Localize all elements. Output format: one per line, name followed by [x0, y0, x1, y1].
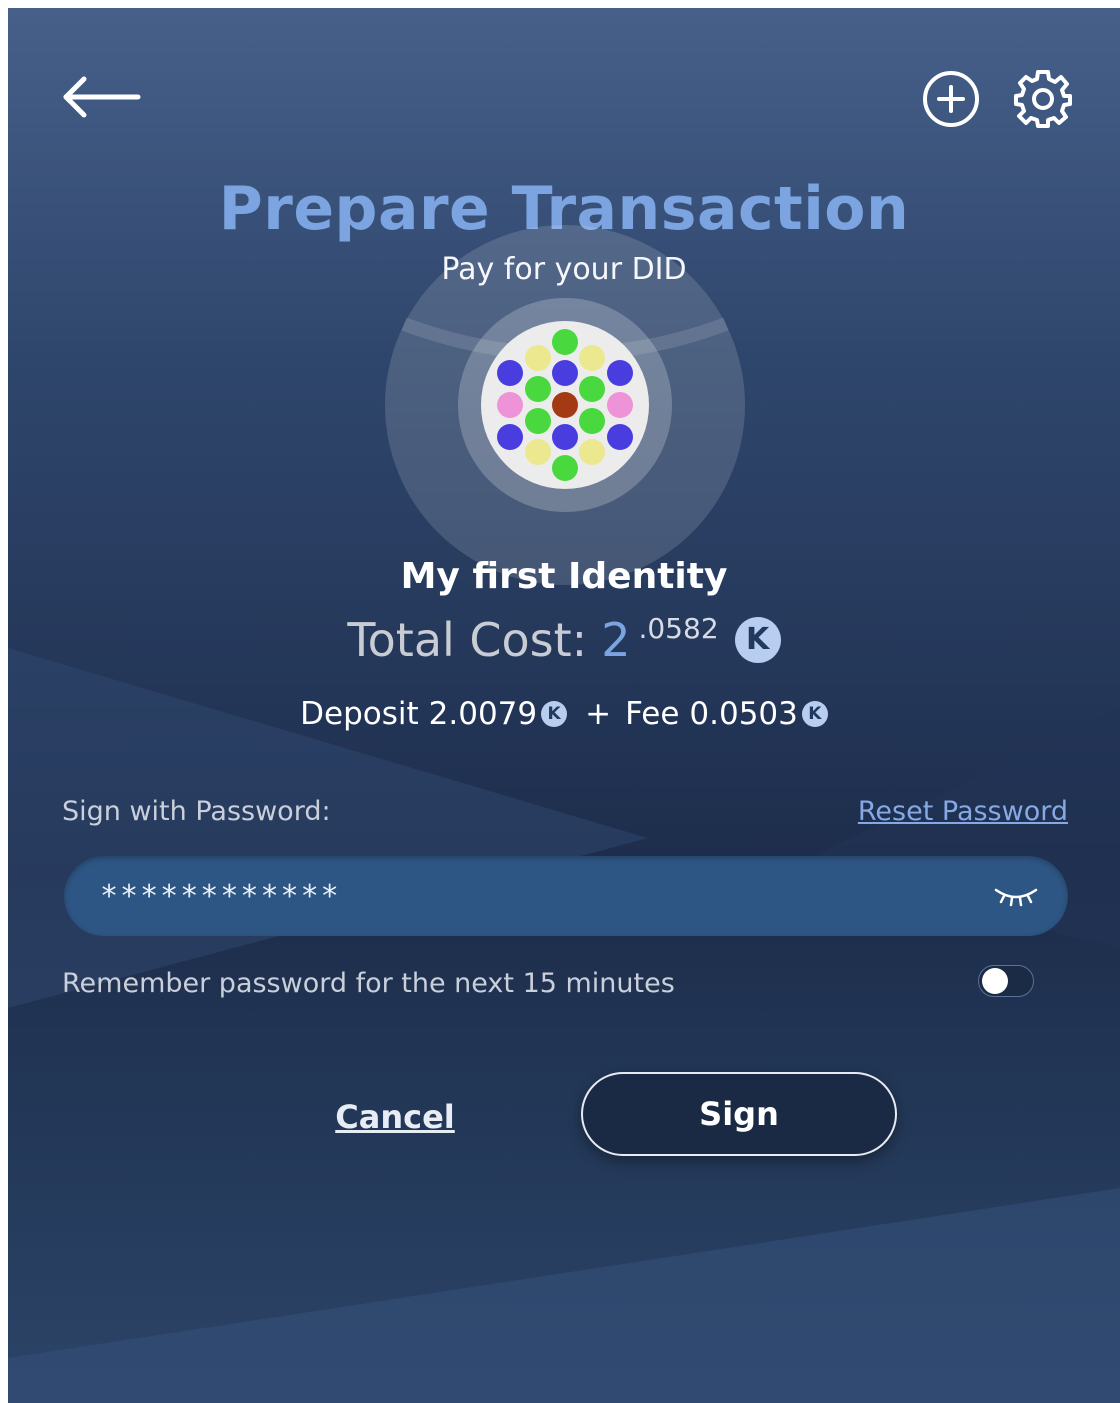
- avatar-dot: [579, 345, 605, 371]
- settings-button[interactable]: [1012, 68, 1074, 130]
- remember-password-label: Remember password for the next 15 minute…: [62, 968, 675, 999]
- identity-avatar-graphic: [385, 225, 745, 585]
- total-cost-label: Total Cost:: [347, 613, 588, 667]
- kilt-coin-icon: K: [801, 701, 828, 727]
- kilt-coin-icon: K: [541, 701, 568, 727]
- total-cost-decimal: .0582: [638, 612, 719, 645]
- eye-closed-icon: [994, 888, 1038, 907]
- avatar-dot: [525, 439, 551, 465]
- avatar-dot: [552, 392, 578, 418]
- deposit-value: 2.0079: [428, 696, 538, 732]
- avatar-dot: [497, 360, 523, 386]
- avatar-dot: [607, 392, 633, 418]
- avatar-dot: [579, 439, 605, 465]
- avatar-dot: [579, 376, 605, 402]
- remember-password-toggle[interactable]: [978, 965, 1034, 997]
- avatar-dot: [607, 360, 633, 386]
- plus-sign: +: [585, 696, 612, 732]
- total-cost: Total Cost: 2 .0582 K: [8, 612, 1120, 668]
- add-identity-button[interactable]: [920, 68, 982, 130]
- deposit-label: Deposit: [300, 696, 419, 732]
- identity-name: My first Identity: [400, 556, 728, 597]
- avatar-dot: [552, 360, 578, 386]
- avatar-dot: [525, 376, 551, 402]
- password-visibility-toggle[interactable]: [992, 880, 1040, 910]
- prepare-transaction-screen: Prepare Transaction Pay for your DID My …: [8, 8, 1120, 1403]
- avatar-dot: [497, 392, 523, 418]
- avatar-dot: [552, 424, 578, 450]
- avatar-dot: [552, 329, 578, 355]
- back-button[interactable]: [60, 74, 142, 120]
- fee-label: Fee: [625, 696, 680, 732]
- cancel-button[interactable]: Cancel: [330, 1092, 460, 1142]
- avatar-dot: [525, 408, 551, 434]
- cost-breakdown: Deposit 2.0079 K + Fee 0.0503 K: [8, 696, 1120, 732]
- identity-avatar: [384, 224, 746, 586]
- fee-value: 0.0503: [689, 696, 798, 732]
- gear-icon: [1014, 70, 1072, 128]
- sign-button[interactable]: Sign: [581, 1072, 897, 1156]
- password-input[interactable]: [100, 856, 960, 936]
- arrow-left-icon: [63, 76, 141, 118]
- total-cost-integer: 2: [601, 613, 631, 667]
- avatar-dot: [579, 408, 605, 434]
- avatar-dot: [497, 424, 523, 450]
- kilt-coin-icon: K: [734, 617, 781, 663]
- plus-circle-icon: [923, 71, 979, 127]
- reset-password-link[interactable]: Reset Password: [858, 796, 1068, 827]
- password-field[interactable]: [64, 856, 1068, 936]
- toggle-knob: [982, 968, 1008, 994]
- avatar-dot: [552, 455, 578, 481]
- password-label: Sign with Password:: [62, 796, 331, 827]
- background-shape-bottom: [8, 1188, 1120, 1403]
- avatar-dot: [525, 345, 551, 371]
- avatar-dot: [607, 424, 633, 450]
